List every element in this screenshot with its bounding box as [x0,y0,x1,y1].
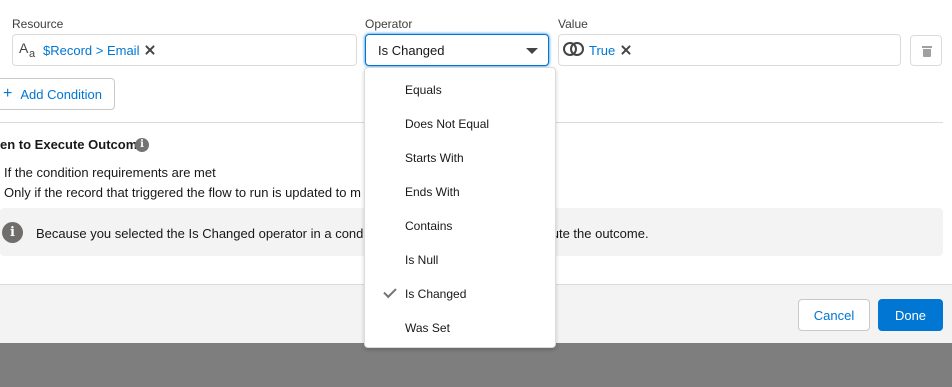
option-is-null[interactable]: Is Null [365,243,555,277]
text-type-icon: A a [19,40,39,61]
notice-info-icon: i [2,222,23,243]
option-label: Equals [405,83,442,97]
notice-text: Because you selected the Is Changed oper… [36,226,370,241]
value-pill-text: True [589,42,616,58]
option-does-not-equal[interactable]: Does Not Equal [365,107,555,141]
add-condition-button[interactable]: + Add Condition [0,78,115,110]
radio-option-record-updated[interactable]: Only if the record that triggered the fl… [4,185,361,200]
checkmark-icon [383,284,397,299]
done-button[interactable]: Done [878,299,943,331]
option-label: Is Null [405,253,439,267]
option-is-changed[interactable]: Is Changed [365,277,555,311]
remove-value-icon[interactable] [621,45,631,55]
option-contains[interactable]: Contains [365,209,555,243]
remove-resource-icon[interactable] [145,45,155,55]
boolean-icon [563,41,585,60]
delete-condition-button[interactable] [910,35,942,66]
operator-dropdown-listbox: Equals Does Not Equal Starts With Ends W… [364,67,556,348]
option-was-set[interactable]: Was Set [365,311,555,345]
option-label: Does Not Equal [405,117,490,131]
option-label: Ends With [405,185,460,199]
option-equals[interactable]: Equals [365,73,555,107]
chevron-down-icon [526,48,538,54]
operator-selected-value: Is Changed [378,42,445,58]
option-label: Starts With [405,151,464,165]
svg-text:a: a [29,48,36,58]
radio-option-condition-met[interactable]: If the condition requirements are met [4,165,216,180]
resource-label: Resource [12,17,64,31]
cancel-button[interactable]: Cancel [798,299,870,331]
operator-label: Operator [365,17,413,31]
option-label: Contains [405,219,453,233]
option-label: Is Changed [405,287,467,301]
value-label: Value [558,17,588,31]
plus-icon: + [3,85,13,102]
add-condition-label: Add Condition [20,86,103,102]
resource-field[interactable]: A a $Record > Email [12,34,357,66]
info-icon[interactable]: i [135,138,149,152]
option-label: Was Set [405,321,450,335]
section-title: en to Execute Outcome [0,137,145,152]
svg-text:A: A [19,40,29,56]
resource-pill-text: $Record > Email [43,42,140,58]
value-field[interactable]: True [558,34,901,66]
operator-combobox[interactable]: Is Changed [365,34,549,66]
option-starts-with[interactable]: Starts With [365,141,555,175]
modal-backdrop [0,343,952,387]
option-ends-with[interactable]: Ends With [365,175,555,209]
